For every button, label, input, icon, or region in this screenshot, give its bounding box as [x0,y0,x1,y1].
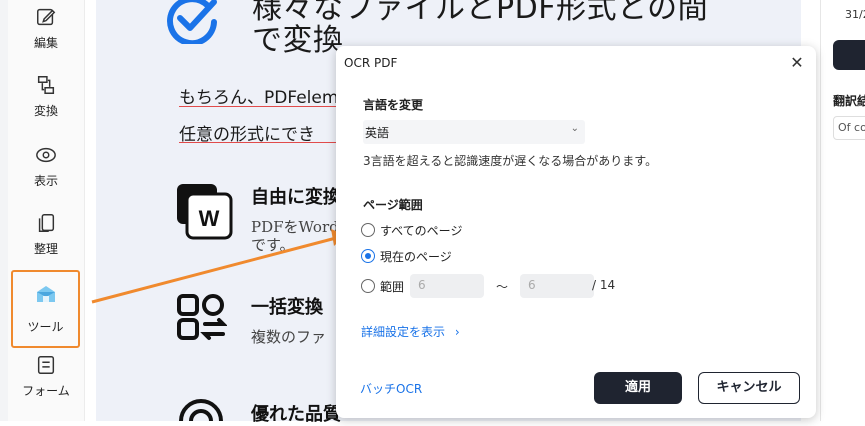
page-range-label: ページ範囲 [363,198,423,212]
eye-icon [36,147,56,163]
language-value: 英語 [365,126,390,140]
underline-decoration [179,106,339,107]
feature-title: 優れた品質 [251,404,341,425]
apply-button[interactable]: 適用 [594,372,682,404]
word-file-icon: W [177,184,233,240]
edit-icon [37,8,56,26]
radio-label: 現在のページ [380,250,452,264]
sidebar-item-label: 編集 [33,36,58,50]
feature-title: 一括変換 [251,297,323,318]
form-icon [37,356,55,374]
sidebar-item-form[interactable]: フォーム [8,350,84,408]
tool-sidebar: 編集 変換 表示 整理 ツール フォーム [8,0,85,421]
cancel-button[interactable]: キャンセル [698,372,800,404]
advanced-settings-link[interactable]: 詳細設定を表示 › [361,323,460,340]
sidebar-item-label: 整理 [33,242,58,256]
sidebar-item-label: 変換 [33,104,58,118]
convert-icon [37,76,55,94]
sidebar-item-label: 表示 [33,174,58,188]
organize-icon [38,214,55,232]
radio-button[interactable] [361,279,375,293]
sidebar-item-label: フォーム [22,384,70,398]
language-select[interactable]: 英語 ⌄ [363,120,585,144]
window-edge [0,0,8,421]
total-pages: / 14 [592,278,616,292]
ocr-dialog: OCR PDF ✕ 言語を変更 英語 ⌄ 3言語を超えると認識速度が遅くなる場合… [336,46,816,418]
underline-decoration [179,142,339,143]
page-counter: 31/2 [845,8,865,21]
chevron-down-icon: ⌄ [570,123,579,134]
document-subline: もちろん、PDFeleme [179,88,349,108]
panel-action-button[interactable] [833,40,865,70]
panel-title: 翻訳結 [833,94,865,108]
radio-label: 範囲 [380,280,405,294]
sidebar-item-organize[interactable]: 整理 [8,208,84,266]
close-icon[interactable]: ✕ [788,54,806,72]
check-circle-icon [167,0,217,44]
quality-icon [179,399,223,421]
document-headline-line2: で変換 [252,23,344,58]
chevron-right-icon: › [454,325,460,339]
sidebar-item-convert[interactable]: 変換 [8,70,84,128]
advanced-settings-label: 詳細設定を表示 [361,325,446,339]
translation-text-box[interactable]: Of co [833,116,865,140]
feature-title: 自由に変換 [251,187,341,208]
svg-text:W: W [199,206,220,231]
sidebar-item-view[interactable]: 表示 [8,140,84,198]
sidebar-item-label: ツール [27,320,64,334]
language-label: 言語を変更 [363,98,424,112]
range-separator: ～ [496,280,509,294]
feature-description: 複数のファ [251,328,327,346]
batch-ocr-link[interactable]: バッチOCR [360,380,422,397]
radio-label: すべてのページ [380,224,463,238]
dialog-title: OCR PDF [344,56,398,70]
radio-button[interactable] [361,223,375,237]
translation-panel: 31/2 翻訳結 Of co [820,0,865,421]
range-to-input[interactable]: 6 [520,274,594,298]
sidebar-item-edit[interactable]: 編集 [8,2,84,60]
tool-box-icon [36,286,55,302]
language-hint: 3言語を超えると認識速度が遅くなる場合があります。 [363,154,658,168]
sidebar-item-tools[interactable]: ツール [11,270,80,348]
radio-button-selected[interactable] [361,249,375,263]
batch-convert-icon [177,294,227,340]
feature-description-line2: です。 [251,236,295,254]
range-from-input[interactable]: 6 [410,274,484,298]
